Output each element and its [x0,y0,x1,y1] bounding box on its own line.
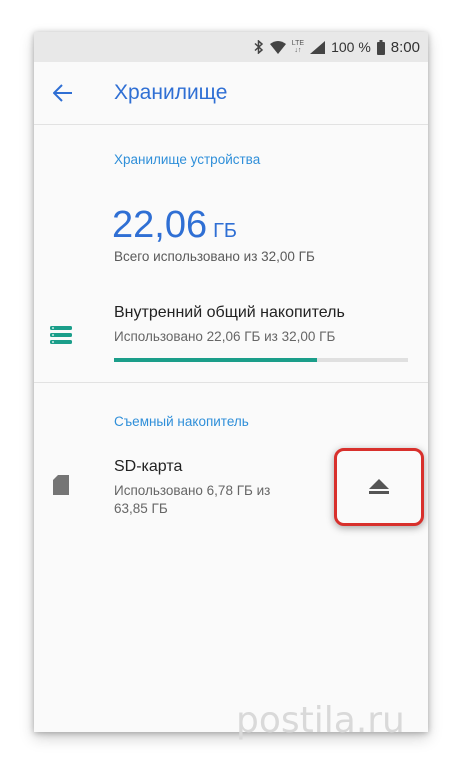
removable-storage-header: Съемный накопитель [114,414,249,429]
page-title: Хранилище [114,81,228,104]
eject-button[interactable] [334,448,424,526]
clock: 8:00 [390,38,420,56]
lte-indicator: LTE ↓↑ [291,40,305,54]
device-storage-header: Хранилище устройства [114,152,261,167]
bluetooth-icon [254,40,264,54]
divider [34,382,428,383]
sd-card-title: SD-карта [114,458,183,475]
internal-storage-progress-fill [114,358,317,362]
storage-list-icon [48,322,74,348]
sd-card-usage: Использовано 6,78 ГБ из 63,85 ГБ [114,482,270,518]
internal-storage-item[interactable]: Внутренний общий накопитель Использовано… [34,296,428,396]
page: LTE ↓↑ 100 % 8:00 Хранилище Хранилище ус… [0,0,460,766]
app-bar: Хранилище [34,62,428,125]
sd-card-icon [48,472,74,498]
usage-summary: Всего использовано из 32,00 ГБ [114,249,315,264]
internal-storage-title: Внутренний общий накопитель [114,304,345,321]
internal-storage-progress [114,358,408,362]
phone-screen: LTE ↓↑ 100 % 8:00 Хранилище Хранилище ус… [34,32,428,732]
used-unit: ГБ [213,220,238,242]
status-icons: LTE ↓↑ 100 % 8:00 [254,32,420,62]
wifi-icon [269,40,286,54]
used-value: 22,06 [112,204,208,246]
eject-icon [369,479,389,495]
sd-card-usage-line1: Использовано 6,78 ГБ из [114,483,271,498]
battery-percent: 100 % [331,39,371,55]
battery-icon [376,39,385,55]
back-button[interactable] [48,78,78,108]
sd-card-usage-line2: 63,85 ГБ [114,501,168,516]
internal-storage-usage: Использовано 22,06 ГБ из 32,00 ГБ [114,329,336,344]
watermark: postila.ru [236,700,405,741]
arrow-left-icon [53,84,73,102]
status-bar: LTE ↓↑ 100 % 8:00 [34,32,428,62]
signal-icon [310,40,326,54]
used-storage-total: 22,06 ГБ [112,204,237,247]
